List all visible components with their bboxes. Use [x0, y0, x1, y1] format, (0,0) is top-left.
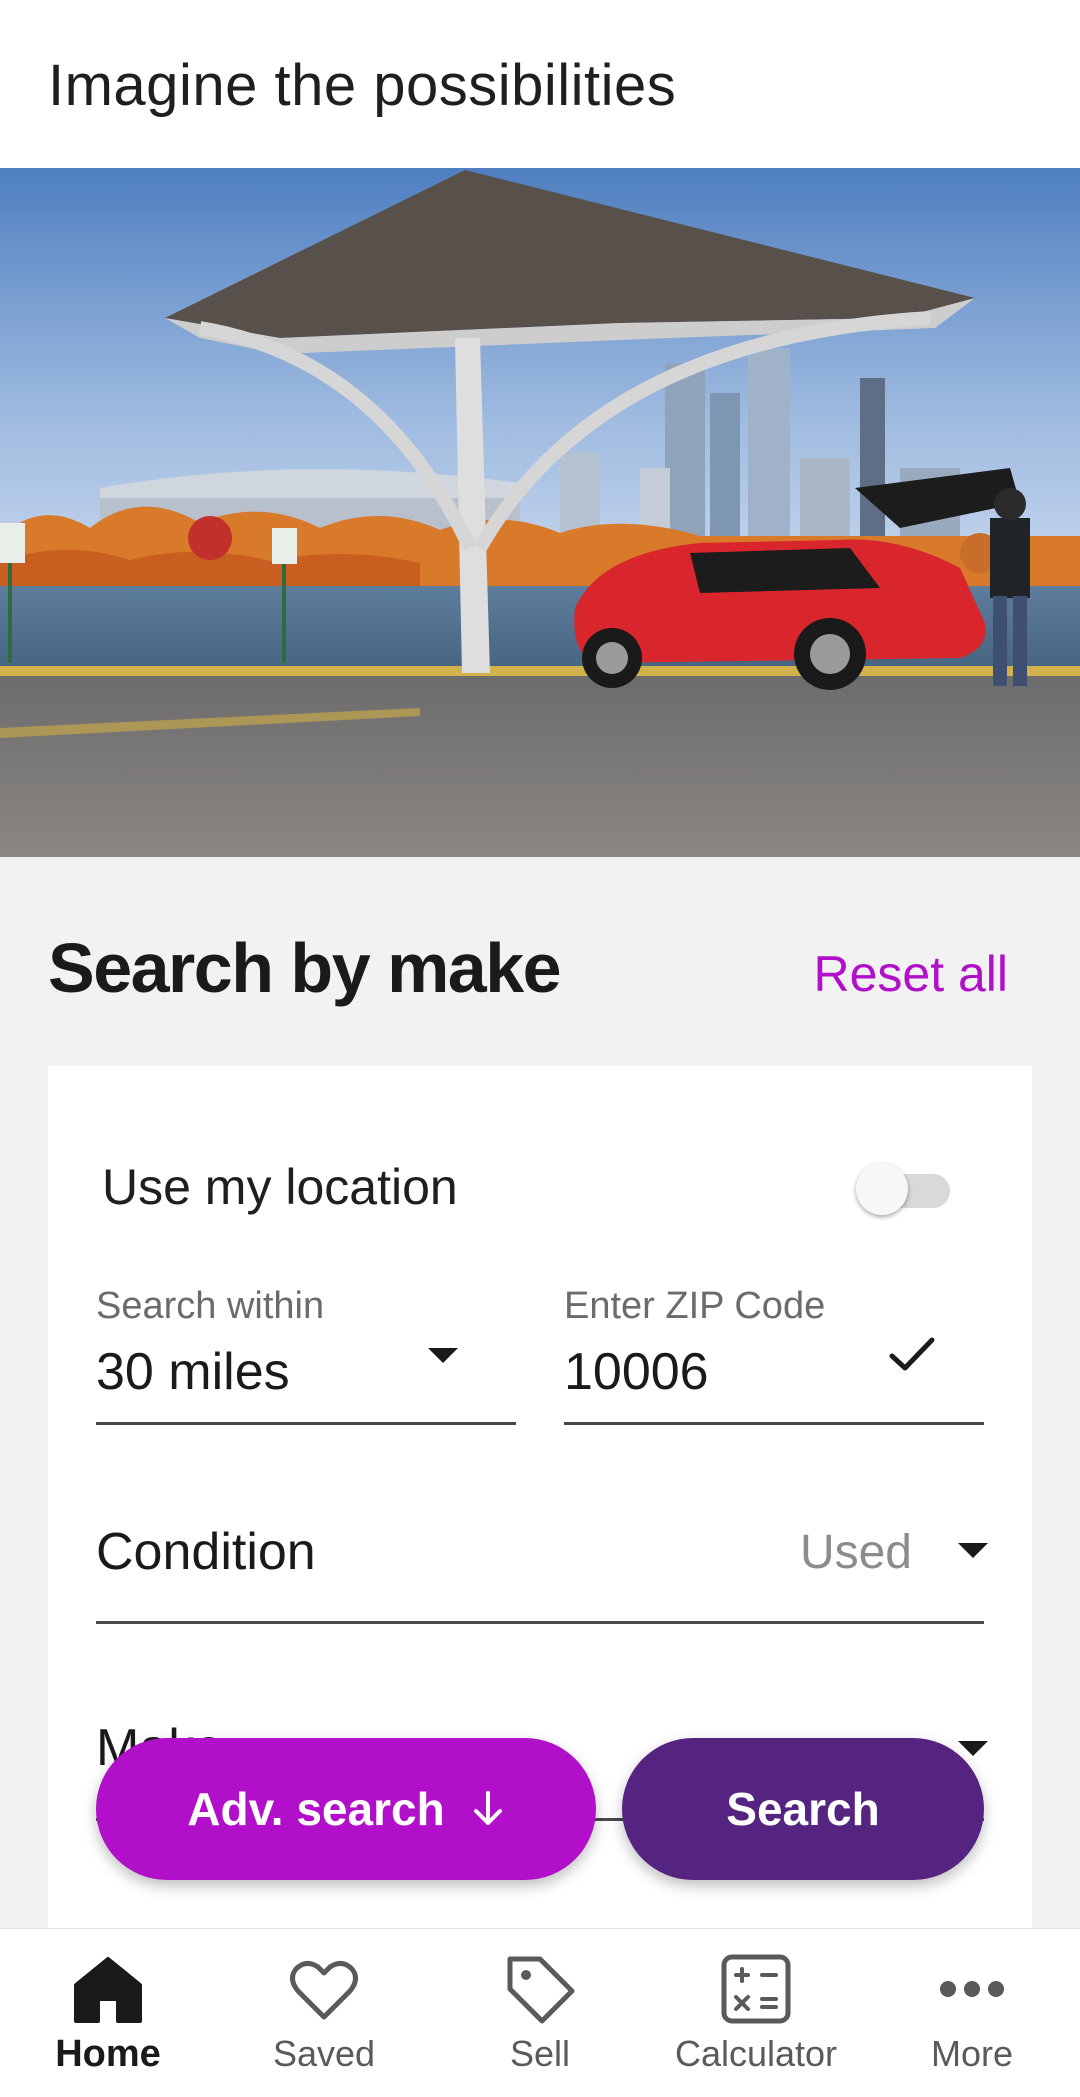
bottom-nav: Home Saved Sell Calculator More	[0, 1928, 1080, 2097]
home-icon	[74, 1957, 142, 2023]
condition-underline	[96, 1621, 984, 1624]
calculator-icon	[721, 1954, 791, 2024]
arrow-down-icon	[473, 1791, 502, 1825]
nav-label-home: Home	[55, 2033, 161, 2075]
hero-image	[0, 168, 1080, 857]
adv-search-button[interactable]: Adv. search	[96, 1738, 596, 1880]
nav-label-calculator: Calculator	[674, 2033, 838, 2074]
nav-label-sell: Sell	[509, 2033, 571, 2074]
heart-icon	[290, 1961, 358, 2020]
condition-label: Condition	[96, 1523, 316, 1581]
use-location-label: Use my location	[102, 1159, 458, 1215]
zip-code-underline	[564, 1422, 984, 1425]
search-button-label: Search	[726, 1783, 880, 1835]
condition-caret-icon[interactable]	[958, 1543, 988, 1558]
reset-all-link[interactable]: Reset all	[813, 945, 1008, 1003]
nav-item-saved[interactable]: Saved	[216, 1929, 432, 2097]
nav-item-home[interactable]: Home	[0, 1929, 216, 2097]
search-within-label: Search within	[96, 1285, 325, 1327]
zip-code-label: Enter ZIP Code	[564, 1285, 826, 1327]
search-within-caret-icon[interactable]	[428, 1348, 458, 1363]
search-within-select[interactable]: 30 miles	[96, 1342, 290, 1402]
search-within-underline	[96, 1422, 516, 1425]
use-location-toggle[interactable]	[856, 1163, 950, 1215]
toggle-knob	[856, 1163, 908, 1215]
search-button[interactable]: Search	[622, 1738, 984, 1880]
condition-select[interactable]: Used	[800, 1525, 912, 1580]
nav-item-more[interactable]: More	[864, 1929, 1080, 2097]
make-caret-icon[interactable]	[958, 1741, 988, 1756]
nav-item-sell[interactable]: Sell	[432, 1929, 648, 2097]
adv-search-label: Adv. search	[187, 1783, 445, 1835]
tag-icon	[507, 1956, 575, 2024]
nav-label-saved: Saved	[272, 2033, 376, 2074]
nav-label-more: More	[930, 2033, 1014, 2074]
promo-header: Imagine the possibilities	[0, 0, 1080, 168]
zip-confirm-check-icon[interactable]	[888, 1334, 936, 1374]
zip-code-input[interactable]: 10006	[564, 1342, 709, 1402]
nav-item-calculator[interactable]: Calculator	[648, 1929, 864, 2097]
promo-title: Imagine the possibilities	[48, 53, 677, 118]
more-dots-icon	[940, 1981, 1004, 1997]
search-by-make-title: Search by make	[48, 929, 562, 1007]
